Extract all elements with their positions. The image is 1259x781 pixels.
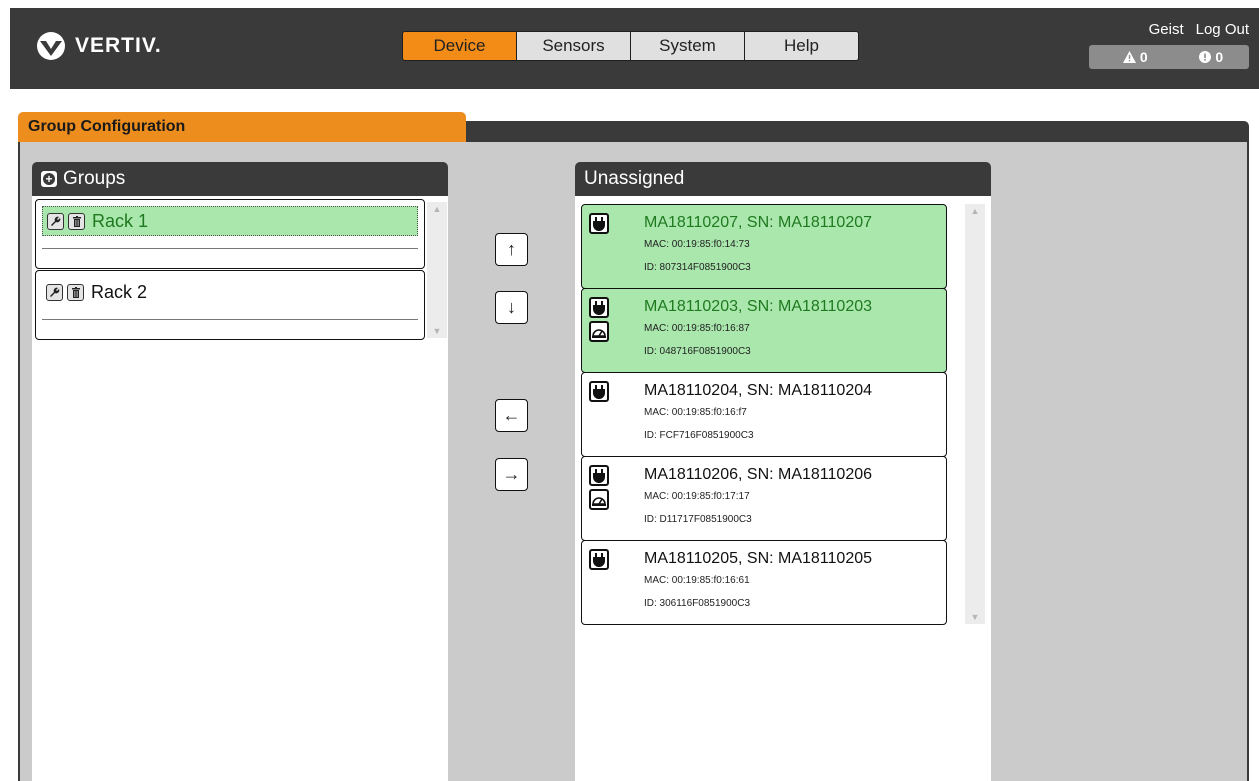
warning-count[interactable]: 0 (1199, 49, 1223, 65)
device-card[interactable]: MA18110206, SN: MA18110206 MAC: 00:19:85… (581, 456, 947, 541)
device-title: MA18110204, SN: MA18110204 (644, 382, 873, 399)
delete-group-button[interactable] (68, 212, 85, 230)
nav-tab-help[interactable]: Help (744, 31, 859, 61)
move-left-button[interactable]: ← (495, 399, 528, 432)
device-title: MA18110203, SN: MA18110203 (644, 298, 873, 315)
scroll-up-icon[interactable]: ▲ (965, 206, 985, 216)
alarm-count-value: 0 (1139, 49, 1148, 65)
add-group-icon[interactable]: + (41, 171, 57, 187)
alarm-count[interactable]: 0 (1122, 49, 1148, 65)
warning-triangle-icon (1122, 51, 1136, 63)
device-mac: MAC: 00:19:85:f0:16:61 (644, 575, 750, 586)
meter-icon (589, 321, 609, 342)
group-name: Rack 2 (91, 281, 148, 302)
exclamation-circle-icon (1199, 51, 1212, 63)
main-nav: Device Sensors System Help (402, 31, 859, 61)
group-card-rack-1[interactable]: Rack 1 (35, 199, 425, 269)
group-drop-line (42, 248, 418, 249)
device-mac: MAC: 00:19:85:f0:14:73 (644, 239, 750, 250)
plug-icon (589, 465, 609, 486)
edit-group-button[interactable] (46, 283, 63, 301)
vertiv-chevron-icon (37, 32, 65, 60)
unassigned-list: MA18110207, SN: MA18110207 MAC: 00:19:85… (575, 196, 991, 781)
device-id: ID: FCF716F0851900C3 (644, 430, 754, 441)
scroll-up-icon[interactable]: ▲ (427, 204, 447, 214)
nav-tab-system[interactable]: System (630, 31, 745, 61)
groups-header: + Groups (32, 162, 448, 196)
delete-group-button[interactable] (67, 283, 84, 301)
groups-list: Rack 1 Rack 2 ▲ ▼ (32, 196, 448, 781)
device-mac: MAC: 00:19:85:f0:16:87 (644, 323, 750, 334)
move-down-button[interactable]: ↓ (495, 291, 528, 324)
plug-icon (589, 381, 609, 402)
unassigned-title: Unassigned (584, 168, 685, 189)
device-id: ID: 048716F0851900C3 (644, 346, 751, 357)
unassigned-header: Unassigned (575, 162, 991, 196)
panel-tab-bar (466, 121, 1249, 142)
device-title: MA18110206, SN: MA18110206 (644, 466, 873, 483)
nav-tab-device[interactable]: Device (402, 31, 517, 61)
wrench-icon (51, 216, 61, 226)
move-up-button[interactable]: ↑ (495, 233, 528, 266)
brand-name: VERTIV. (75, 34, 162, 57)
device-mac: MAC: 00:19:85:f0:17:17 (644, 491, 750, 502)
device-card[interactable]: MA18110203, SN: MA18110203 MAC: 00:19:85… (581, 288, 947, 373)
device-card[interactable]: MA18110204, SN: MA18110204 MAC: 00:19:85… (581, 372, 947, 457)
top-header: VERTIV. Device Sensors System Help Geist… (10, 8, 1259, 89)
device-id: ID: 306116F0851900C3 (644, 598, 751, 609)
vertiv-logo[interactable]: VERTIV. (34, 32, 162, 60)
trash-icon (71, 286, 80, 298)
group-card-rack-2[interactable]: Rack 2 (35, 270, 425, 340)
unassigned-scrollbar[interactable]: ▲ ▼ (965, 204, 985, 624)
user-area: Geist Log Out 0 0 (1089, 21, 1249, 69)
nav-tab-sensors[interactable]: Sensors (516, 31, 631, 61)
device-mac: MAC: 00:19:85:f0:16:f7 (644, 407, 747, 418)
device-card[interactable]: MA18110207, SN: MA18110207 MAC: 00:19:85… (581, 204, 947, 289)
scroll-down-icon[interactable]: ▼ (427, 326, 447, 336)
device-id: ID: 807314F0851900C3 (644, 262, 751, 273)
group-row[interactable]: Rack 2 (42, 277, 418, 307)
device-title: MA18110205, SN: MA18110205 (644, 550, 873, 567)
wrench-icon (50, 287, 60, 297)
warning-count-value: 0 (1215, 49, 1224, 65)
groups-scrollbar[interactable]: ▲ ▼ (427, 202, 447, 338)
device-id: ID: D11717F0851900C3 (644, 514, 752, 525)
trash-icon (72, 215, 81, 227)
alert-summary[interactable]: 0 0 (1089, 45, 1249, 69)
edit-group-button[interactable] (47, 212, 64, 230)
scroll-down-icon[interactable]: ▼ (965, 612, 985, 622)
move-right-button[interactable]: → (495, 458, 528, 491)
device-card[interactable]: MA18110205, SN: MA18110205 MAC: 00:19:85… (581, 540, 947, 625)
user-link[interactable]: Geist (1149, 21, 1184, 38)
plug-icon (589, 297, 609, 318)
group-name: Rack 1 (92, 210, 149, 231)
group-drop-line (42, 319, 418, 320)
plug-icon (589, 549, 609, 570)
logout-link[interactable]: Log Out (1196, 21, 1249, 38)
meter-icon (589, 489, 609, 510)
plug-icon (589, 213, 609, 234)
device-title: MA18110207, SN: MA18110207 (644, 214, 873, 231)
groups-title: Groups (63, 168, 126, 189)
panel-title-tab: Group Configuration (18, 112, 466, 142)
group-row[interactable]: Rack 1 (42, 206, 418, 236)
